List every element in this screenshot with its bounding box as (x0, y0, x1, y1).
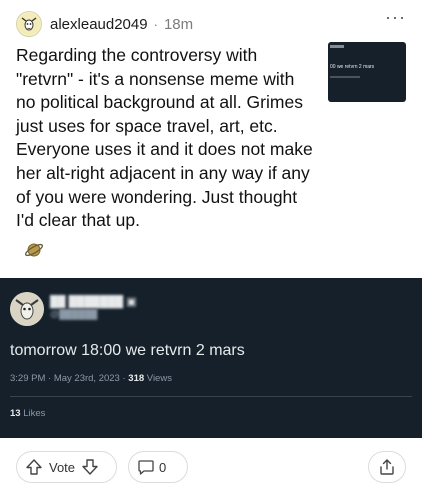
tweet-text: tomorrow 18:00 we retvrn 2 mars (10, 342, 245, 359)
tweet-meta: 3:29 PM · May 23rd, 2023 · 318 Views (10, 373, 172, 384)
separator: · (153, 16, 158, 32)
tweet-likes-count: 13 (10, 408, 21, 419)
thumbnail-meta-line (330, 76, 360, 78)
tweet-author-avatar (10, 292, 44, 326)
comment-bubble-icon (137, 458, 155, 476)
tweet-likes: 13 Likes (10, 408, 45, 419)
downvote-arrow-icon[interactable] (81, 458, 99, 476)
vote-label: Vote (49, 459, 76, 475)
post-action-bar: Vote 0 (16, 451, 406, 483)
tweet-author-handle-redacted: @██████ (50, 309, 98, 319)
share-icon (378, 458, 396, 476)
comments-button[interactable]: 0 (128, 451, 188, 483)
upvote-arrow-icon[interactable] (25, 458, 43, 476)
post-image-thumbnail[interactable]: 00 we retvrn 2 mars (328, 42, 406, 102)
username[interactable]: alexleaud2049 (50, 16, 148, 33)
thumbnail-text: 00 we retvrn 2 mars (330, 64, 375, 70)
tweet-likes-label: Likes (20, 408, 46, 419)
post-age: 18m (163, 15, 194, 33)
user-avatar[interactable] (16, 11, 42, 37)
comment-count: 0 (159, 459, 167, 475)
vote-control: Vote (16, 451, 117, 483)
embedded-tweet-screenshot[interactable]: ██ ███████ ▣ @██████ tomorrow 18:00 we r… (0, 278, 422, 438)
thumbnail-header-line (330, 45, 344, 48)
post-header: alexleaud2049 · 18m ··· (16, 8, 406, 38)
tweet-views-count: 318 (128, 373, 145, 384)
tweet-time-date: 3:29 PM · May 23rd, 2023 · (10, 373, 129, 384)
planet-award-icon[interactable] (24, 240, 44, 260)
more-options-icon[interactable]: ··· (385, 8, 406, 26)
tweet-views-label: Views (144, 373, 172, 384)
tweet-author-name-redacted: ██ ███████ ▣ (50, 296, 137, 308)
post-body-text: Regarding the controversy with "retvrn" … (16, 45, 313, 231)
tweet-divider (10, 396, 412, 397)
share-button[interactable] (368, 451, 406, 483)
